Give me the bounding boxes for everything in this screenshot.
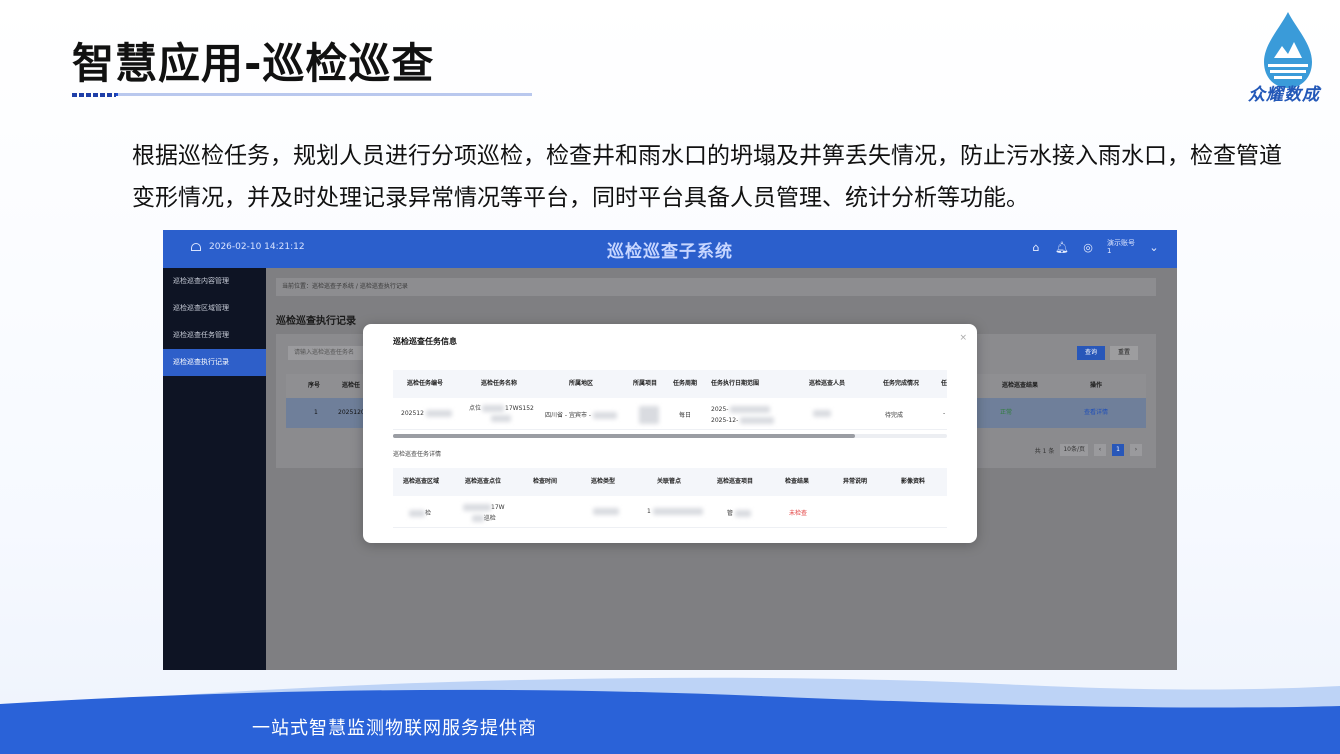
brand-logo-text: 众耀数成 bbox=[1248, 85, 1320, 105]
col-area: 巡检巡查区域 bbox=[403, 478, 440, 485]
col-images: 影像资料 bbox=[901, 478, 926, 485]
header-actions: ⌂ 🔔︎ ◎ 演示账号 1 ⌄ bbox=[1029, 239, 1161, 255]
task-detail-row: 检 17W 巡检 1 管 未检查 bbox=[393, 496, 947, 528]
col-completion: 任务完成情况 bbox=[883, 380, 920, 387]
close-icon[interactable]: × bbox=[959, 333, 967, 343]
user-menu[interactable]: 演示账号 1 bbox=[1107, 239, 1135, 255]
col-check-time: 检查时间 bbox=[533, 478, 558, 485]
bell-icon[interactable]: 🔔︎ bbox=[1055, 240, 1069, 254]
breadcrumb: 当前位置：巡检巡查子系统 / 巡检巡查执行记录 bbox=[276, 278, 1156, 296]
detail-inspect-item: 管 bbox=[727, 508, 752, 517]
row-index: 1 bbox=[314, 409, 318, 416]
col-cycle: 任务周期 bbox=[673, 380, 698, 387]
sidebar: 巡检巡查内容管理 巡检巡查区域管理 巡检巡查任务管理 巡检巡查执行记录 bbox=[163, 268, 266, 670]
col-action: 操作 bbox=[1090, 382, 1103, 389]
col-region: 所属地区 bbox=[569, 380, 594, 387]
task-info-table: 巡检任务编号 巡检任务名称 所属地区 所属项目 任务周期 任务执行日期范围 巡检… bbox=[393, 370, 947, 430]
home-icon[interactable]: ⌂ bbox=[1029, 240, 1043, 254]
col-date-range: 任务执行日期范围 bbox=[711, 380, 760, 387]
task-detail-header: 巡检巡查区域 巡检巡查点位 检查时间 巡检类型 关联管点 巡检巡查项目 检查结果… bbox=[393, 468, 947, 496]
horizontal-scrollbar[interactable] bbox=[393, 434, 947, 438]
row-code: 2025120 bbox=[338, 409, 365, 416]
modal-title: 巡检巡查任务信息 bbox=[393, 337, 457, 346]
footer-slogan: 一站式智慧监测物联网服务提供商 bbox=[252, 718, 537, 739]
sidebar-item-task[interactable]: 巡检巡查任务管理 bbox=[163, 322, 266, 349]
scrollbar-thumb[interactable] bbox=[393, 434, 855, 438]
col-result: 巡检巡查结果 bbox=[1002, 382, 1039, 389]
description-text: 根据巡检任务，规划人员进行分项巡检，检查井和雨水口的坍塌及井箅丢失情况，防止污水… bbox=[132, 143, 1282, 211]
task-detail-table: 巡检巡查区域 巡检巡查点位 检查时间 巡检类型 关联管点 巡检巡查项目 检查结果… bbox=[393, 468, 947, 528]
page-size-select[interactable]: 10条/页 bbox=[1060, 444, 1088, 456]
task-date-range: 2025- 2025-12- bbox=[711, 404, 775, 426]
task-info-modal: 巡检巡查任务信息 × 巡检任务编号 巡检任务名称 所属地区 所属项目 任务周期 … bbox=[363, 324, 977, 543]
col-truncated: 任 bbox=[941, 380, 948, 387]
col-inspector: 巡检巡查人员 bbox=[809, 380, 846, 387]
col-anomaly: 异常说明 bbox=[843, 478, 868, 485]
col-check-result: 检查结果 bbox=[785, 478, 810, 485]
col-task-code: 巡检任务编号 bbox=[407, 380, 444, 387]
next-page-button[interactable]: › bbox=[1130, 444, 1142, 456]
query-button[interactable]: 查询 bbox=[1077, 346, 1105, 360]
task-detail-label: 巡检巡查任务详情 bbox=[393, 451, 442, 458]
sidebar-item-records[interactable]: 巡检巡查执行记录 bbox=[163, 349, 266, 376]
view-detail-link[interactable]: 查看详情 bbox=[1084, 398, 1108, 428]
app-header: 2026-02-10 14:21:12 巡检巡查子系统 ⌂ 🔔︎ ◎ 演示账号 … bbox=[163, 230, 1177, 268]
task-project bbox=[639, 406, 659, 424]
app-screenshot: 2026-02-10 14:21:12 巡检巡查子系统 ⌂ 🔔︎ ◎ 演示账号 … bbox=[163, 230, 1177, 670]
title-underline bbox=[72, 93, 532, 96]
col-inspect-item: 巡检巡查项目 bbox=[717, 478, 754, 485]
page-title: 智慧应用-巡检巡查 bbox=[72, 39, 435, 88]
prev-page-button[interactable]: ‹ bbox=[1094, 444, 1106, 456]
col-index: 序号 bbox=[308, 382, 321, 389]
footer-wave bbox=[0, 677, 1340, 754]
task-region: 四川省 - 宜宾市 - bbox=[545, 410, 618, 419]
chevron-down-icon[interactable]: ⌄ bbox=[1147, 240, 1161, 254]
page-number-button[interactable]: 1 bbox=[1112, 444, 1124, 456]
reset-button[interactable]: 重置 bbox=[1110, 346, 1138, 360]
detail-check-result: 未检查 bbox=[789, 510, 808, 517]
user-sub: 1 bbox=[1107, 247, 1112, 255]
app-title: 巡检巡查子系统 bbox=[607, 242, 733, 262]
row-result: 正常 bbox=[1000, 409, 1013, 416]
task-status: 待完成 bbox=[885, 412, 904, 419]
detail-pipe-point: 1 bbox=[647, 508, 703, 515]
detail-inspect-type bbox=[593, 508, 619, 515]
col-pipe-point: 关联管点 bbox=[657, 478, 682, 485]
detail-point: 17W 巡检 bbox=[463, 502, 505, 524]
pager-total: 共 1 条 bbox=[1034, 447, 1055, 455]
task-info-row: 202512 点位 17WS152 四川省 - 宜宾市 - 每日 2025- 202… bbox=[393, 398, 947, 430]
pagination: 共 1 条 10条/页 ‹ 1 › bbox=[1035, 444, 1142, 456]
col-code: 巡检任 bbox=[342, 382, 361, 389]
col-point: 巡检巡查点位 bbox=[465, 478, 502, 485]
slide: 智慧应用-巡检巡查 众耀数成 根据巡检任务，规划人员进行分项巡检，检查井和雨水口… bbox=[0, 0, 1340, 754]
task-info-header: 巡检任务编号 巡检任务名称 所属地区 所属项目 任务周期 任务执行日期范围 巡检… bbox=[393, 370, 947, 398]
user-name: 演示账号 bbox=[1107, 239, 1135, 247]
title-dash-accent bbox=[72, 93, 116, 97]
task-name: 点位 17WS152 bbox=[469, 404, 534, 424]
col-project: 所属项目 bbox=[633, 380, 658, 387]
sidebar-item-content[interactable]: 巡检巡查内容管理 bbox=[163, 268, 266, 295]
task-code: 202512 bbox=[401, 410, 452, 417]
col-task-name: 巡检任务名称 bbox=[481, 380, 518, 387]
user-avatar-icon[interactable]: ◎ bbox=[1081, 240, 1095, 254]
task-inspector bbox=[813, 410, 831, 417]
sidebar-item-area[interactable]: 巡检巡查区域管理 bbox=[163, 295, 266, 322]
content-heading: 巡检巡查执行记录 bbox=[276, 316, 356, 327]
task-extra: - bbox=[943, 410, 946, 417]
detail-area: 检 bbox=[409, 508, 431, 517]
task-cycle: 每日 bbox=[679, 412, 692, 419]
col-inspect-type: 巡检类型 bbox=[591, 478, 616, 485]
